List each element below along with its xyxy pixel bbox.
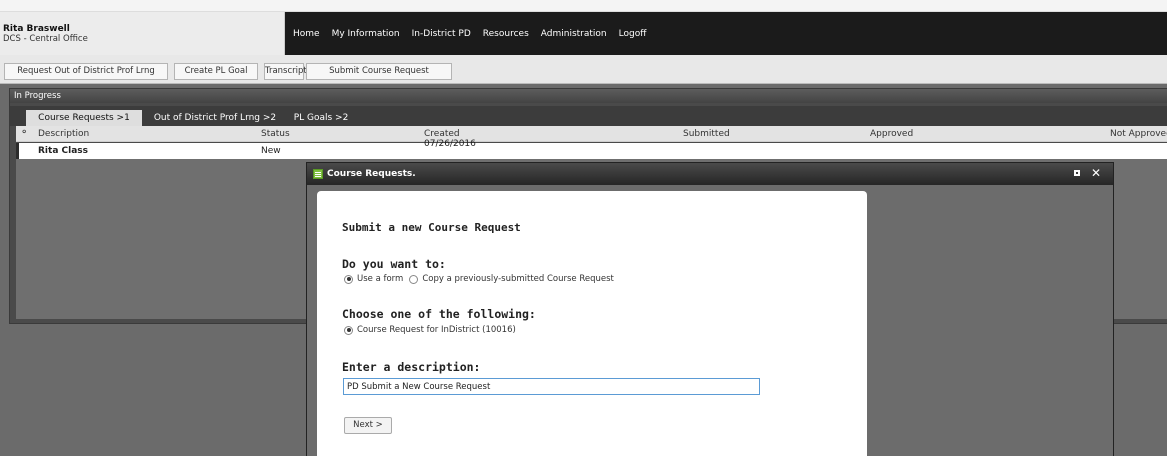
table-row[interactable]: Rita Class New 07/26/2016 bbox=[16, 139, 1167, 159]
question-label: Choose one of the following: bbox=[342, 307, 536, 321]
maximize-icon[interactable] bbox=[1074, 170, 1080, 176]
col-submitted[interactable]: Submitted bbox=[683, 129, 730, 139]
nav-home[interactable]: Home bbox=[293, 29, 320, 39]
row-status: New bbox=[261, 146, 281, 156]
description-input[interactable] bbox=[343, 378, 760, 395]
question-label: Do you want to: bbox=[342, 257, 446, 271]
tab-course-requests[interactable]: Course Requests >1 bbox=[26, 110, 142, 126]
form-card: Submit a new Course Request Do you want … bbox=[317, 191, 867, 456]
dialog-title: Course Requests. bbox=[327, 169, 416, 179]
col-status[interactable]: Status bbox=[261, 129, 290, 139]
document-icon bbox=[313, 169, 323, 179]
tab-pl-goals[interactable]: PL Goals >2 bbox=[288, 110, 354, 126]
radio-group-mode: Use a form Copy a previously-submitted C… bbox=[344, 274, 614, 284]
request-out-of-district-button[interactable]: Request Out of District Prof Lrng bbox=[4, 63, 168, 80]
close-icon[interactable]: ✕ bbox=[1091, 166, 1101, 180]
tab-out-of-district[interactable]: Out of District Prof Lrng >2 bbox=[148, 110, 282, 126]
radio-use-form[interactable] bbox=[344, 274, 353, 284]
transcript-button[interactable]: Transcript bbox=[264, 63, 307, 80]
user-info: Rita Braswell DCS - Central Office bbox=[0, 12, 285, 55]
submit-course-request-button[interactable]: Submit Course Request bbox=[306, 63, 452, 80]
app-header: Rita Braswell DCS - Central Office Home … bbox=[0, 12, 1167, 55]
main-nav: Home My Information In-District PD Resou… bbox=[287, 12, 652, 55]
radio-copy-previous[interactable] bbox=[409, 274, 419, 284]
row-description: Rita Class bbox=[38, 146, 89, 156]
radio-label: Copy a previously-submitted Course Reque… bbox=[422, 274, 614, 284]
nav-resources[interactable]: Resources bbox=[483, 29, 529, 39]
nav-logoff[interactable]: Logoff bbox=[619, 29, 647, 39]
col-description[interactable]: Description bbox=[38, 129, 89, 139]
user-name: Rita Braswell bbox=[3, 24, 70, 34]
next-button[interactable]: Next > bbox=[344, 417, 392, 434]
dialog-body: Submit a new Course Request Do you want … bbox=[307, 185, 1113, 456]
col-created[interactable]: Created bbox=[424, 129, 460, 139]
nav-administration[interactable]: Administration bbox=[541, 29, 607, 39]
row-created: 07/26/2016 bbox=[424, 139, 476, 149]
col-not-approved[interactable]: Not Approved bbox=[1110, 129, 1167, 139]
nav-in-district-pd[interactable]: In-District PD bbox=[412, 29, 471, 39]
question-label: Enter a description: bbox=[342, 360, 481, 374]
course-requests-dialog: Course Requests. ✕ Submit a new Course R… bbox=[306, 162, 1114, 456]
panel-tabs: Course Requests >1 Out of District Prof … bbox=[10, 106, 1167, 126]
browser-top-strip bbox=[0, 0, 1167, 12]
action-toolbar: Request Out of District Prof Lrng Create… bbox=[0, 55, 1167, 84]
tag-icon: ⚬ bbox=[20, 127, 29, 138]
nav-my-information[interactable]: My Information bbox=[332, 29, 400, 39]
user-organization: DCS - Central Office bbox=[3, 34, 88, 44]
form-title: Submit a new Course Request bbox=[342, 221, 521, 234]
table-header: ⚬ Description Status Created Submitted A… bbox=[16, 126, 1167, 142]
panel-title: In Progress bbox=[10, 89, 1167, 103]
radio-label: Course Request for InDistrict (10016) bbox=[357, 325, 516, 335]
col-approved[interactable]: Approved bbox=[870, 129, 913, 139]
radio-group-type: Course Request for InDistrict (10016) bbox=[344, 325, 516, 335]
dialog-titlebar: Course Requests. ✕ bbox=[307, 163, 1113, 185]
radio-label: Use a form bbox=[357, 274, 404, 284]
radio-course-request-indistrict[interactable] bbox=[344, 325, 353, 335]
create-pl-goal-button[interactable]: Create PL Goal bbox=[174, 63, 258, 80]
